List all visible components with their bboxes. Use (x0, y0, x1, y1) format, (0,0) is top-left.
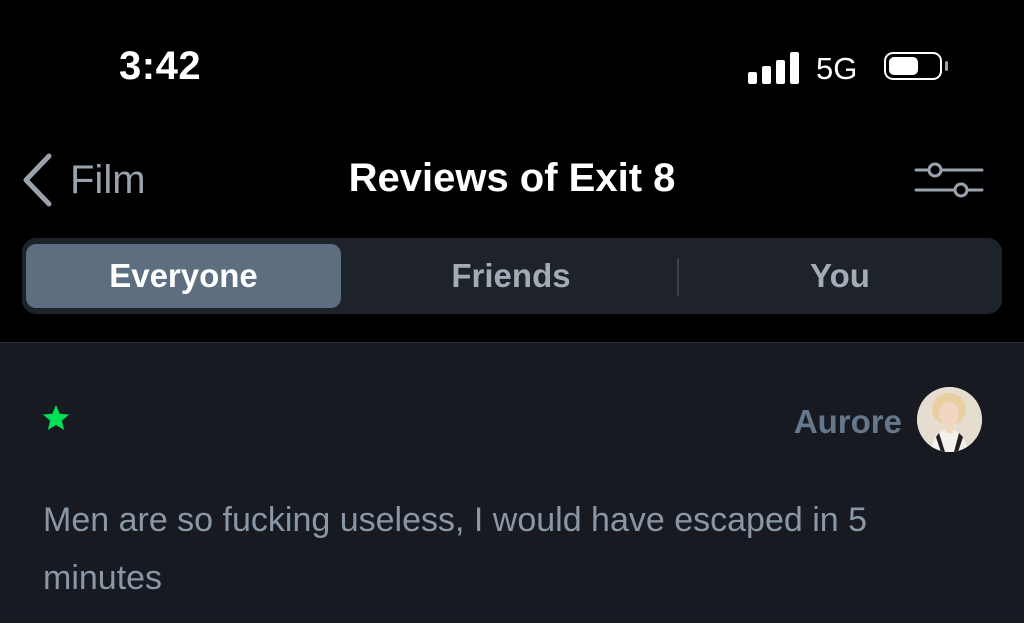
review-text: Men are so fucking useless, I would have… (43, 501, 868, 597)
network-type: 5G (816, 51, 858, 86)
filter-button[interactable] (912, 156, 986, 204)
review-filter-tabs: Everyone Friends You (22, 238, 1002, 314)
status-time: 3:42 (119, 44, 202, 88)
status-bar: 3:42 5G (0, 0, 1024, 130)
tab-everyone[interactable]: Everyone (26, 244, 341, 308)
tab-you[interactable]: You (682, 244, 998, 308)
page-title: Reviews of Exit 8 (348, 156, 676, 200)
review-list: Aurore Men are so fucking useless, I wou… (0, 342, 1024, 623)
tab-divider (677, 258, 679, 296)
battery-icon (884, 52, 948, 84)
tab-friends[interactable]: Friends (348, 244, 674, 308)
cellular-signal-icon (748, 52, 802, 84)
sliders-icon (914, 162, 984, 198)
navigation-bar: Film Reviews of Exit 8 (0, 130, 1024, 230)
review-author[interactable]: Aurore (794, 403, 902, 441)
star-rating-icon (42, 404, 70, 430)
avatar[interactable] (917, 387, 982, 452)
